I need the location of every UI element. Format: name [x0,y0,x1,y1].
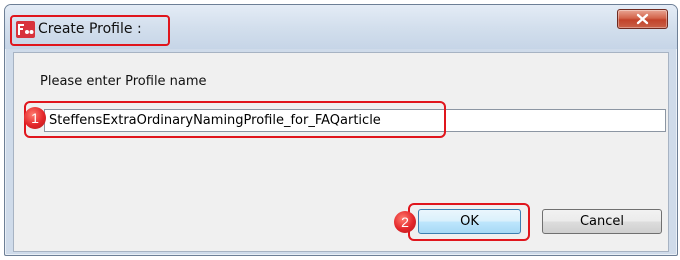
profile-name-label: Please enter Profile name [40,74,207,89]
step-2-badge: 2 [394,211,416,233]
cancel-button[interactable]: Cancel [542,209,662,234]
profile-name-input[interactable] [44,109,666,132]
title-highlight [10,15,170,46]
title-bar[interactable]: Create Profile : [5,5,677,49]
create-profile-dialog: Create Profile : Please enter Profile na… [4,4,678,256]
ok-button[interactable]: OK [418,209,521,234]
close-icon [636,13,649,25]
step-1-badge: 1 [24,107,46,129]
dialog-content: Please enter Profile name 1 OK 2 Cancel [13,52,669,252]
close-button[interactable] [617,9,668,29]
